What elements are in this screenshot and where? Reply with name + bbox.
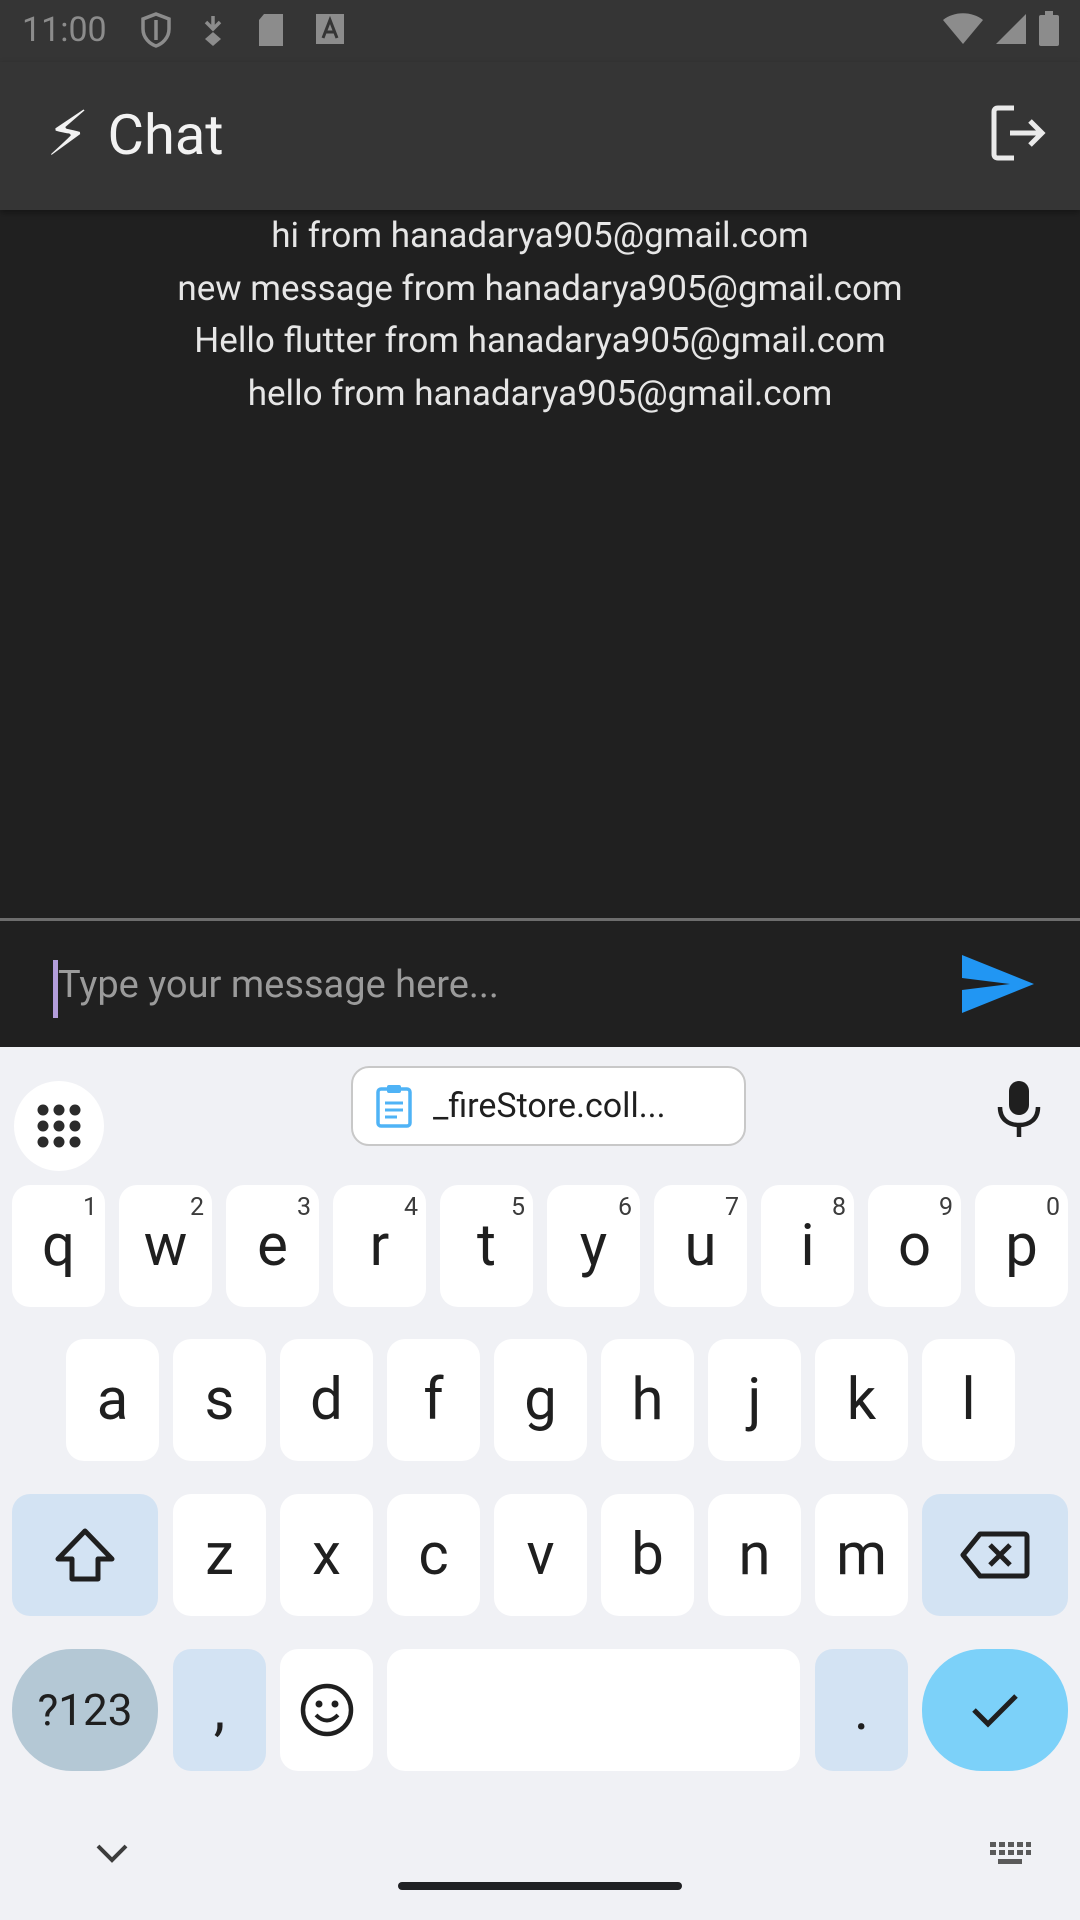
clipboard-icon	[376, 1085, 412, 1128]
font-icon	[314, 12, 346, 50]
download-icon	[198, 12, 228, 52]
key-hint: 7	[724, 1193, 739, 1222]
key-c[interactable]: c	[387, 1494, 480, 1616]
key-y[interactable]: y 6	[547, 1185, 640, 1307]
shift-icon	[55, 1528, 115, 1582]
home-indicator[interactable]	[398, 1882, 682, 1890]
key-hint: 0	[1045, 1193, 1060, 1222]
app-bar: ⚡ Chat	[0, 62, 1080, 210]
key-i[interactable]: i 8	[761, 1185, 854, 1307]
key-w[interactable]: w 2	[119, 1185, 212, 1307]
enter-key[interactable]	[922, 1649, 1068, 1771]
comma-key[interactable]: ,	[173, 1649, 266, 1771]
lightning-icon: ⚡	[46, 98, 90, 171]
key-label: r	[369, 1212, 390, 1280]
backspace-key[interactable]	[922, 1494, 1068, 1616]
key-hint: 5	[510, 1193, 525, 1222]
key-label: u	[684, 1212, 717, 1280]
keyboard-icon	[990, 1842, 1031, 1864]
key-v[interactable]: v	[494, 1494, 587, 1616]
microphone-icon	[997, 1081, 1041, 1137]
message-item: Hello flutter from hanadarya905@gmail.co…	[194, 320, 886, 361]
key-label: t	[477, 1212, 496, 1280]
key-hint: 9	[938, 1193, 953, 1222]
battery-icon	[1038, 11, 1060, 51]
symbols-key[interactable]: ?123	[12, 1649, 158, 1771]
key-z[interactable]: z	[173, 1494, 266, 1616]
wifi-icon	[942, 12, 984, 50]
keyboard-switch-button[interactable]	[988, 1840, 1032, 1868]
hide-keyboard-button[interactable]	[92, 1838, 132, 1868]
period-key[interactable]: .	[815, 1649, 908, 1771]
message-composer: Type your message here...	[0, 921, 1080, 1047]
keyboard-menu-button[interactable]	[14, 1081, 104, 1171]
key-f[interactable]: f	[387, 1339, 480, 1461]
key-e[interactable]: e 3	[226, 1185, 319, 1307]
key-a[interactable]: a	[66, 1339, 159, 1461]
key-hint: 8	[831, 1193, 846, 1222]
app-title-group: ⚡ Chat	[46, 90, 224, 180]
message-item: hi from hanadarya905@gmail.com	[271, 215, 809, 256]
key-label: i	[800, 1212, 815, 1280]
key-l[interactable]: l	[922, 1339, 1015, 1461]
sd-card-icon	[256, 12, 286, 52]
key-d[interactable]: d	[280, 1339, 373, 1461]
key-p[interactable]: p 0	[975, 1185, 1068, 1307]
chevron-down-icon	[96, 1844, 128, 1863]
shield-icon	[140, 12, 172, 52]
key-hint: 3	[296, 1193, 311, 1222]
key-n[interactable]: n	[708, 1494, 801, 1616]
logout-button[interactable]	[988, 102, 1050, 164]
key-j[interactable]: j	[708, 1339, 801, 1461]
key-label: w	[143, 1212, 188, 1280]
status-time: 11:00	[22, 10, 107, 50]
on-screen-keyboard: _fireStore.coll... q 1 w 2 e 3 r 4 t 5 y…	[0, 1047, 1080, 1920]
apps-grid-icon	[37, 1104, 81, 1148]
send-icon	[962, 955, 1034, 1013]
logout-icon	[991, 105, 1046, 161]
key-q[interactable]: q 1	[12, 1185, 105, 1307]
emoji-icon	[300, 1683, 353, 1737]
key-k[interactable]: k	[815, 1339, 908, 1461]
message-input[interactable]: Type your message here...	[58, 963, 499, 1007]
key-hint: 2	[189, 1193, 204, 1222]
key-o[interactable]: o 9	[868, 1185, 961, 1307]
clipboard-text: _fireStore.coll...	[433, 1086, 666, 1126]
key-hint: 1	[82, 1193, 97, 1222]
send-button[interactable]	[960, 953, 1036, 1015]
emoji-key[interactable]	[280, 1649, 373, 1771]
key-h[interactable]: h	[601, 1339, 694, 1461]
key-label: p	[1005, 1212, 1038, 1280]
key-label: q	[42, 1212, 75, 1280]
backspace-icon	[960, 1531, 1030, 1579]
key-hint: 6	[617, 1193, 632, 1222]
key-x[interactable]: x	[280, 1494, 373, 1616]
checkmark-icon	[972, 1694, 1018, 1728]
page-title: Chat	[107, 102, 224, 168]
shift-key[interactable]	[12, 1494, 158, 1616]
voice-input-button[interactable]	[994, 1079, 1044, 1139]
key-hint: 4	[403, 1193, 418, 1222]
key-b[interactable]: b	[601, 1494, 694, 1616]
key-label: e	[257, 1212, 288, 1280]
message-list: hi from hanadarya905@gmail.com new messa…	[0, 210, 1080, 918]
clipboard-suggestion[interactable]: _fireStore.coll...	[351, 1066, 746, 1146]
key-u[interactable]: u 7	[654, 1185, 747, 1307]
key-label: o	[897, 1212, 932, 1280]
status-bar: 11:00	[0, 0, 1080, 62]
key-t[interactable]: t 5	[440, 1185, 533, 1307]
key-label: y	[579, 1212, 608, 1280]
key-g[interactable]: g	[494, 1339, 587, 1461]
message-item: hello from hanadarya905@gmail.com	[247, 372, 833, 414]
signal-icon	[994, 12, 1028, 50]
space-key[interactable]	[387, 1649, 800, 1771]
key-s[interactable]: s	[173, 1339, 266, 1461]
message-item: new message from hanadarya905@gmail.com	[177, 267, 903, 309]
key-m[interactable]: m	[815, 1494, 908, 1616]
key-r[interactable]: r 4	[333, 1185, 426, 1307]
